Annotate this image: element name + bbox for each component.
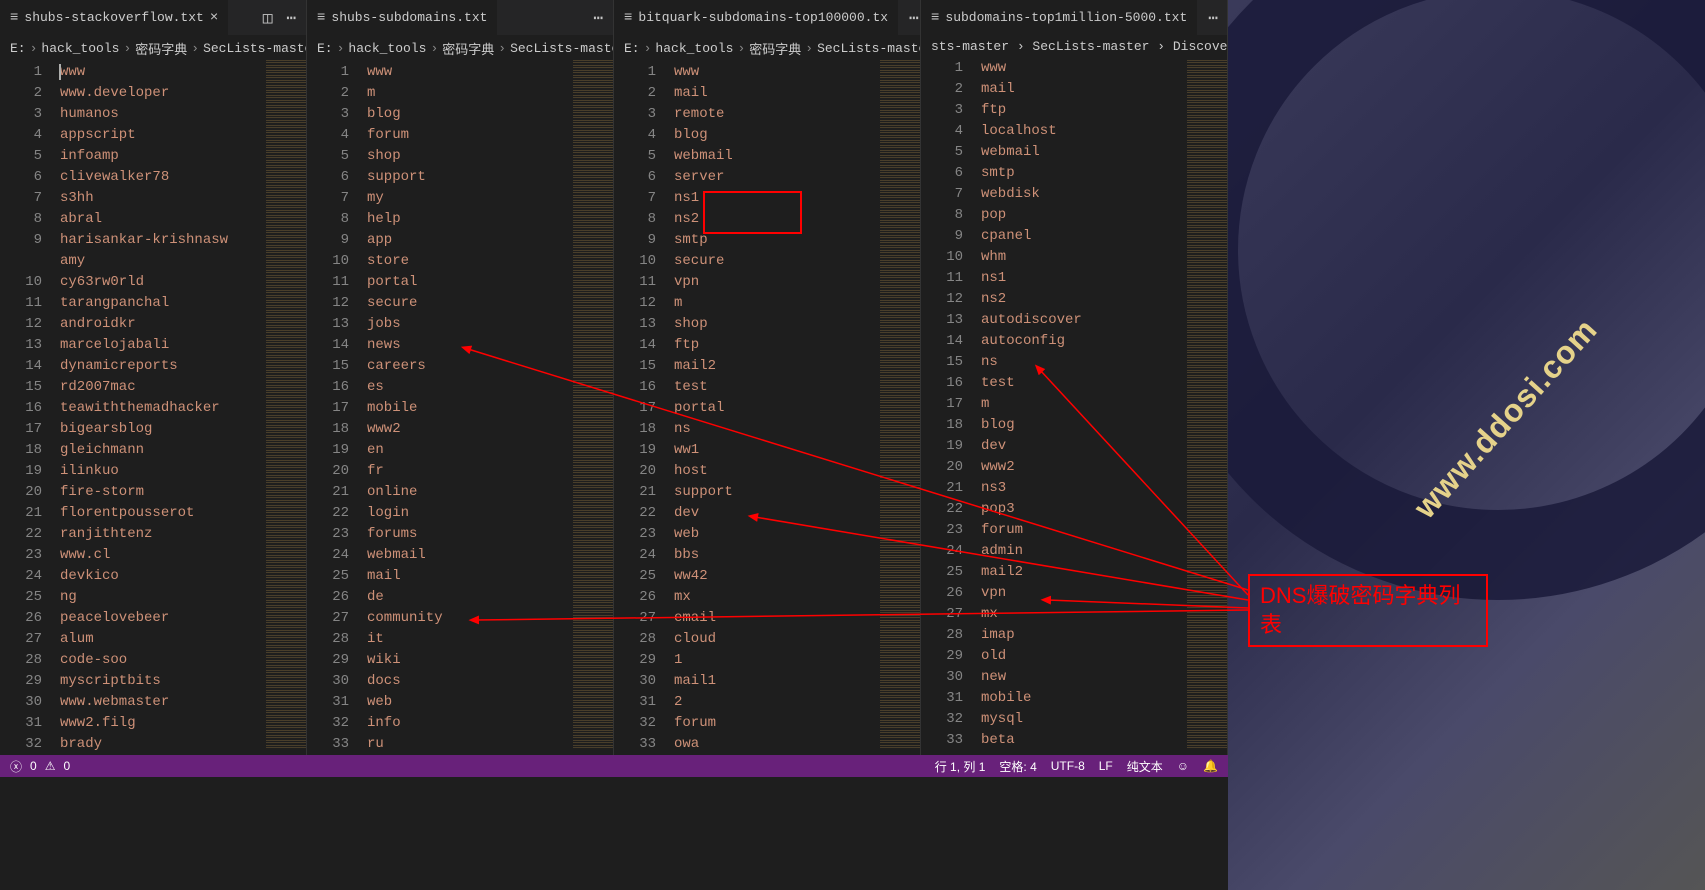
status-spaces[interactable]: 空格: 4: [999, 758, 1036, 775]
minimap[interactable]: [573, 60, 613, 750]
tab-label: bitquark-subdomains-top100000.tx: [638, 10, 888, 25]
chevron-right-icon: ›: [737, 41, 745, 56]
warnings-count[interactable]: 0: [63, 759, 70, 773]
breadcrumb-segment[interactable]: SecLists-master: [203, 41, 306, 56]
tab-bar: ≡ shubs-subdomains.txt ⋯: [307, 0, 613, 35]
breadcrumb[interactable]: E: › hack_tools › 密码字典 › SecLists-master: [0, 35, 306, 62]
more-actions-icon[interactable]: ⋯: [593, 8, 603, 28]
split-editor-icon[interactable]: ◫: [263, 8, 273, 28]
breadcrumb[interactable]: E: › hack_tools › 密码字典 › SecLists-master: [614, 35, 920, 62]
breadcrumb[interactable]: sts-master › SecLists-master › Discovery…: [921, 35, 1227, 58]
tab-bar: ≡ shubs-stackoverflow.txt × ◫ ⋯: [0, 0, 306, 35]
breadcrumb-segment[interactable]: hack_tools: [348, 41, 426, 56]
editor-tab[interactable]: ≡ shubs-subdomains.txt: [307, 0, 498, 35]
more-actions-icon[interactable]: ⋯: [1208, 8, 1218, 28]
minimap[interactable]: [266, 60, 306, 750]
breadcrumb-segment[interactable]: 密码字典: [749, 39, 801, 58]
file-icon: ≡: [10, 10, 18, 26]
chevron-right-icon: ›: [805, 41, 813, 56]
errors-count[interactable]: 0: [30, 759, 37, 773]
breadcrumb-segment[interactable]: hack_tools: [655, 41, 733, 56]
feedback-icon[interactable]: ☺: [1177, 759, 1189, 773]
tab-label: subdomains-top1million-5000.txt: [945, 10, 1187, 25]
line-number-gutter: 1234567891011121314151617181920212223242…: [307, 62, 367, 760]
line-number-gutter: 1234567891011121314151617181920212223242…: [614, 62, 674, 760]
tab-label: shubs-stackoverflow.txt: [24, 10, 203, 25]
editor-pane: ≡ bitquark-subdomains-top100000.tx ⋯ E: › h…: [614, 0, 921, 760]
text-editor[interactable]: 1234567891011121314151617181920212223242…: [614, 62, 920, 760]
editor-pane: ≡ shubs-stackoverflow.txt × ◫ ⋯ E: › hack_too…: [0, 0, 307, 760]
tab-bar: ≡ subdomains-top1million-5000.txt ⋯: [921, 0, 1227, 35]
minimap[interactable]: [1187, 60, 1227, 750]
editor-pane: ≡ subdomains-top1million-5000.txt ⋯ sts-mas…: [921, 0, 1228, 760]
more-actions-icon[interactable]: ⋯: [909, 8, 919, 28]
tab-label: shubs-subdomains.txt: [331, 10, 487, 25]
status-encoding[interactable]: UTF-8: [1051, 759, 1085, 773]
breadcrumb-segment[interactable]: E:: [317, 41, 333, 56]
status-eol[interactable]: LF: [1099, 759, 1113, 773]
breadcrumb-segment[interactable]: 密码字典: [442, 39, 494, 58]
chevron-right-icon: ›: [191, 41, 199, 56]
status-bar: ⓧ 0 ⚠ 0 行 1, 列 1 空格: 4 UTF-8 LF 纯文本 ☺ 🔔: [0, 755, 1228, 777]
breadcrumb-segment[interactable]: E:: [624, 41, 640, 56]
minimap[interactable]: [880, 60, 920, 750]
chevron-right-icon: ›: [337, 41, 345, 56]
line-number-gutter: 123456789 101112131415161718192021222324…: [0, 62, 60, 760]
chevron-right-icon: ›: [498, 41, 506, 56]
chevron-right-icon: ›: [30, 41, 38, 56]
status-language[interactable]: 纯文本: [1127, 758, 1163, 775]
editor-tab[interactable]: ≡ shubs-stackoverflow.txt ×: [0, 0, 229, 35]
file-icon: ≡: [931, 10, 939, 26]
desktop-background: www.ddosi.com: [1228, 0, 1705, 890]
notifications-icon[interactable]: 🔔: [1203, 759, 1218, 773]
editor-tab[interactable]: ≡ bitquark-subdomains-top100000.tx: [614, 0, 899, 35]
text-editor[interactable]: 123456789 101112131415161718192021222324…: [0, 62, 306, 760]
breadcrumb-segment[interactable]: 密码字典: [135, 39, 187, 58]
breadcrumb-segment[interactable]: E:: [10, 41, 26, 56]
editor-tab[interactable]: ≡ subdomains-top1million-5000.txt: [921, 0, 1198, 35]
close-icon[interactable]: ×: [210, 10, 218, 26]
file-icon: ≡: [317, 10, 325, 26]
annotation-label: DNS爆破密码字典列表: [1248, 574, 1488, 647]
breadcrumb-segment[interactable]: SecLists-master: [817, 41, 920, 56]
tab-bar: ≡ bitquark-subdomains-top100000.tx ⋯: [614, 0, 920, 35]
editor-pane: ≡ shubs-subdomains.txt ⋯ E: › hack_tools › …: [307, 0, 614, 760]
file-icon: ≡: [624, 10, 632, 26]
text-editor[interactable]: 1234567891011121314151617181920212223242…: [307, 62, 613, 760]
line-number-gutter: 1234567891011121314151617181920212223242…: [921, 58, 981, 760]
breadcrumb-segment[interactable]: SecLists-master: [510, 41, 613, 56]
breadcrumb-segment[interactable]: hack_tools: [41, 41, 119, 56]
errors-icon[interactable]: ⓧ: [10, 758, 22, 775]
more-actions-icon[interactable]: ⋯: [286, 8, 296, 28]
chevron-right-icon: ›: [430, 41, 438, 56]
warnings-icon[interactable]: ⚠: [45, 759, 56, 773]
status-line-col[interactable]: 行 1, 列 1: [935, 758, 986, 775]
text-editor[interactable]: 1234567891011121314151617181920212223242…: [921, 58, 1227, 760]
chevron-right-icon: ›: [644, 41, 652, 56]
breadcrumb[interactable]: E: › hack_tools › 密码字典 › SecLists-master: [307, 35, 613, 62]
chevron-right-icon: ›: [123, 41, 131, 56]
